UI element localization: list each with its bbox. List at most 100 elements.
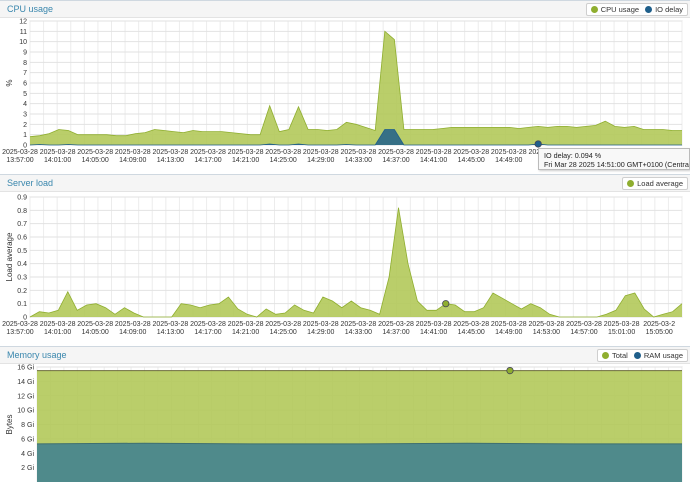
y-tick-label: 16 Gi: [17, 365, 34, 372]
y-tick-label: 4 Gi: [21, 451, 34, 458]
y-tick-label: 10 Gi: [17, 408, 34, 415]
x-tick-label: 14:09:00: [119, 329, 146, 336]
x-tick-label: 14:45:00: [458, 157, 485, 164]
y-tick-label: 0.8: [17, 208, 27, 215]
x-tick-label: 14:01:00: [44, 329, 71, 336]
x-tick-label: 14:29:00: [307, 157, 334, 164]
server-load-panel: Server load Load average 0 0.1 0.2 0.3 0.4 0.…: [0, 174, 690, 346]
tooltip-line: IO delay: 0.094 %: [544, 151, 602, 160]
y-tick-label: 3: [23, 112, 27, 119]
x-tick-label: 2025-03-28: [2, 149, 38, 156]
x-tick-label: 2025-03-28: [115, 149, 151, 156]
legend-label: RAM usage: [643, 351, 683, 360]
legend-item-ram-usage[interactable]: RAM usage: [633, 351, 683, 360]
x-tick-label: 14:01:00: [44, 157, 71, 164]
x-tick-label: 2025-03-28: [453, 321, 489, 328]
legend-item-total[interactable]: Total: [601, 351, 628, 360]
legend-item-load-average[interactable]: Load average: [627, 179, 683, 188]
server-load-chart[interactable]: 00.10.20.30.40.50.60.70.80.9Load average…: [0, 192, 690, 348]
x-tick-label: 14:37:00: [382, 329, 409, 336]
x-tick-label: 2025-03-28: [453, 149, 489, 156]
series-area: [37, 443, 682, 482]
legend-label: CPU usage: [600, 5, 640, 14]
x-tick-label: 14:33:00: [345, 329, 372, 336]
legend-label: Load average: [637, 179, 683, 188]
tooltip-line: Fri Mar 28 2025 14:51:00 GMT+0100 (Centr…: [544, 160, 690, 169]
y-tick-label: 9: [23, 50, 27, 57]
x-tick-label: 2025-03-28: [2, 321, 38, 328]
x-tick-label: 2025-03-28: [190, 321, 226, 328]
cpu-usage-header: CPU usage CPU usage IO delay: [0, 0, 690, 18]
x-tick-label: 2025-03-28: [77, 321, 113, 328]
x-tick-label: 2025-03-28: [77, 149, 113, 156]
y-tick-label: 0.9: [17, 195, 27, 202]
x-tick-label: 14:21:00: [232, 157, 259, 164]
x-tick-label: 2025-03-28: [378, 321, 414, 328]
y-tick-label: 11: [20, 29, 27, 36]
circle-icon: [601, 352, 609, 359]
x-tick-label: 14:33:00: [345, 157, 372, 164]
x-tick-label: 2025-03-28: [265, 321, 301, 328]
y-tick-label: 12: [19, 19, 27, 26]
y-axis-title: Load average: [5, 232, 14, 281]
y-tick-label: 8: [23, 60, 27, 67]
y-tick-label: 2: [23, 122, 27, 129]
x-tick-label: 2025-03-28: [528, 321, 564, 328]
cpu-usage-panel: CPU usage CPU usage IO delay 01234567891…: [0, 0, 690, 172]
hover-marker: [442, 300, 450, 308]
hover-marker: [506, 366, 514, 375]
cpu-legend: CPU usage IO delay: [585, 3, 688, 16]
x-tick-label: 2025-03-28: [491, 321, 527, 328]
chart-tooltip: IO delay: 0.094 % Fri Mar 28 2025 14:51:…: [538, 148, 690, 170]
y-tick-label: 0.6: [17, 235, 27, 242]
y-tick-label: 6 Gi: [21, 436, 34, 443]
x-tick-label: 14:09:00: [119, 157, 146, 164]
y-tick-label: 0.4: [17, 261, 27, 268]
legend-label: IO delay: [655, 5, 683, 14]
y-tick-label: 0.1: [17, 301, 27, 308]
x-tick-label: 14:25:00: [270, 329, 297, 336]
memory-usage-chart[interactable]: 2 Gi 4 Gi 6 Gi 8 Gi 10 Gi 12 Gi 14 Gi 16 Gi Byte…: [0, 364, 690, 482]
x-tick-label: 14:57:00: [570, 329, 597, 336]
x-tick-label: 15:01:00: [608, 329, 635, 336]
circle-icon: [590, 6, 598, 13]
panel-title: CPU usage: [7, 4, 54, 14]
x-tick-label: 15:05:00: [646, 329, 673, 336]
x-tick-label: 14:17:00: [194, 329, 221, 336]
x-tick-label: 2025-03-28: [40, 321, 76, 328]
x-tick-label: 2025-03-28: [416, 321, 452, 328]
y-tick-label: 0.2: [17, 288, 27, 295]
y-tick-label: 7: [23, 70, 27, 77]
x-tick-label: 14:21:00: [232, 329, 259, 336]
legend-item-cpu-usage[interactable]: CPU usage: [590, 5, 640, 14]
x-tick-label: 2025-03-28: [303, 321, 339, 328]
x-tick-label: 2025-03-28: [566, 321, 602, 328]
x-tick-label: 14:37:00: [382, 157, 409, 164]
x-tick-label: 14:49:00: [495, 157, 522, 164]
y-tick-label: 4: [23, 101, 27, 108]
legend-item-io-delay[interactable]: IO delay: [645, 5, 683, 14]
x-tick-label: 2025-03-28: [378, 149, 414, 156]
circle-icon: [633, 352, 641, 359]
x-tick-label: 14:41:00: [420, 157, 447, 164]
x-tick-label: 14:49:00: [495, 329, 522, 336]
x-tick-label: 14:41:00: [420, 329, 447, 336]
x-tick-label: 2025-03-28: [416, 149, 452, 156]
memory-legend: Total RAM usage: [596, 349, 688, 362]
x-tick-label: 2025-03-28: [228, 149, 264, 156]
y-axis-title: %: [5, 79, 14, 86]
panel-title: Server load: [7, 178, 54, 188]
x-tick-label: 14:13:00: [157, 329, 184, 336]
panel-title: Memory usage: [7, 350, 67, 360]
circle-icon: [645, 6, 653, 13]
y-tick-label: 5: [23, 91, 27, 98]
y-tick-label: 12 Gi: [17, 393, 34, 400]
x-tick-label: 14:13:00: [157, 157, 184, 164]
circle-icon: [627, 180, 635, 187]
x-tick-label: 2025-03-28: [152, 321, 188, 328]
load-legend: Load average: [622, 177, 688, 190]
x-tick-label: 13:57:00: [6, 329, 33, 336]
x-tick-label: 14:53:00: [533, 329, 560, 336]
x-tick-label: 14:17:00: [194, 157, 221, 164]
x-tick-label: 2025-03-28: [40, 149, 76, 156]
